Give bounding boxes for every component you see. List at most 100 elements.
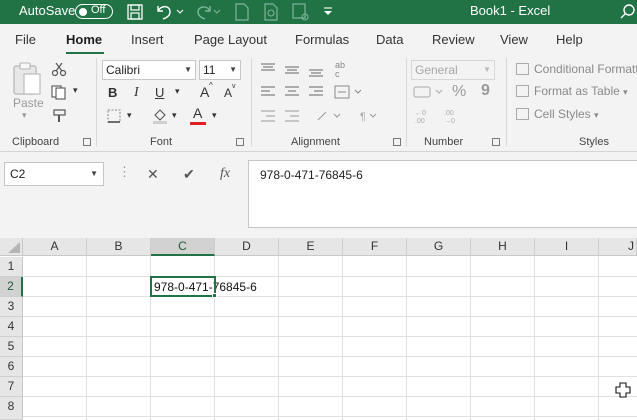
column-header-a[interactable]: A (23, 238, 87, 256)
font-color-button[interactable]: A (193, 105, 202, 121)
horizontal-alignment-icons[interactable] (258, 84, 340, 100)
font-size-select[interactable]: 11 ▼ (199, 60, 241, 80)
formula-input[interactable]: 978-0-471-76845-6 (248, 160, 637, 228)
redo-icon[interactable] (192, 0, 222, 24)
customize-toolbar-icon[interactable] (321, 0, 335, 24)
autosave-state: Off (91, 4, 106, 16)
search-icon[interactable] (620, 0, 637, 24)
tab-insert[interactable]: Insert (131, 32, 164, 47)
shrink-font-button[interactable]: A (224, 86, 232, 100)
tab-formulas[interactable]: Formulas (295, 32, 349, 47)
print-preview-icon[interactable] (262, 0, 280, 24)
copy-icon[interactable] (50, 84, 68, 100)
gridline (534, 256, 535, 420)
group-divider (406, 58, 407, 146)
tab-page-layout[interactable]: Page Layout (194, 32, 267, 47)
font-color-dropdown-icon[interactable]: ▾ (212, 110, 217, 121)
paste-label[interactable]: Paste (13, 96, 44, 110)
borders-dropdown-icon[interactable]: ▾ (127, 110, 132, 121)
decimal-icons[interactable]: ←0 .00 .00 →0 (412, 107, 468, 125)
format-painter-icon[interactable] (51, 108, 67, 124)
undo-icon[interactable] (152, 0, 186, 24)
row-header-4[interactable]: 4 (0, 317, 23, 337)
gridline (23, 276, 637, 277)
chevron-down-icon: ▼ (90, 169, 98, 178)
gridline (23, 416, 637, 417)
column-header-f[interactable]: F (343, 238, 407, 256)
copy-dropdown-icon[interactable]: ▾ (73, 85, 78, 96)
tab-file[interactable]: File (15, 32, 36, 47)
conditional-formatting-button[interactable]: Conditional Formatting (516, 62, 637, 76)
save-icon[interactable] (124, 0, 146, 24)
number-dialog-launcher[interactable] (492, 138, 500, 146)
autosave-toggle[interactable]: Off (75, 4, 113, 19)
tab-review[interactable]: Review (432, 32, 475, 47)
formula-bar: C2 ▼ ⋮ ✕ ✔ fx 978-0-471-76845-6 (0, 152, 637, 238)
gridline (23, 396, 637, 397)
new-document-icon[interactable] (233, 0, 251, 24)
percent-button[interactable]: % (452, 83, 466, 101)
merge-center-icon[interactable] (333, 84, 363, 100)
form-icon[interactable] (290, 0, 310, 24)
row-header-1[interactable]: 1 (0, 257, 23, 277)
tab-view[interactable]: View (500, 32, 528, 47)
tab-data[interactable]: Data (376, 32, 403, 47)
column-header-g[interactable]: G (407, 238, 471, 256)
select-all-button[interactable] (0, 238, 23, 256)
underline-button[interactable]: U (155, 85, 164, 100)
paste-dropdown-icon[interactable]: ▾ (22, 110, 27, 121)
row-header-2[interactable]: 2 (0, 277, 23, 297)
column-header-j[interactable]: J (599, 238, 637, 256)
font-dialog-launcher[interactable] (236, 138, 244, 146)
accounting-format-icon[interactable] (412, 84, 446, 100)
italic-button[interactable]: I (134, 85, 139, 101)
svg-text:→0: →0 (444, 118, 455, 125)
grow-font-button[interactable]: A (200, 84, 209, 100)
format-as-table-button[interactable]: Format as Table ▾ (516, 84, 628, 98)
gridline (86, 256, 87, 420)
row-header-3[interactable]: 3 (0, 297, 23, 317)
alignment-dialog-launcher[interactable] (393, 138, 401, 146)
row-header-8[interactable]: 8 (0, 397, 23, 420)
group-divider (96, 58, 97, 146)
cut-icon[interactable] (51, 61, 67, 77)
worksheet-grid[interactable]: A B C D E F G H I J 1 2 3 4 5 6 7 8 978-… (0, 238, 637, 420)
fill-color-dropdown-icon[interactable]: ▾ (172, 110, 177, 121)
indent-wrap-icons[interactable]: ¶ (258, 108, 378, 124)
row-header-5[interactable]: 5 (0, 337, 23, 357)
row-header-6[interactable]: 6 (0, 357, 23, 377)
row-header-7[interactable]: 7 (0, 377, 23, 397)
bold-button[interactable]: B (108, 85, 117, 100)
tab-help[interactable]: Help (556, 32, 583, 47)
tab-home[interactable]: Home (66, 32, 102, 47)
vertical-alignment-icons[interactable] (258, 62, 340, 78)
borders-icon[interactable] (106, 109, 122, 123)
underline-dropdown-icon[interactable]: ▾ (175, 86, 180, 97)
comma-button[interactable]: 9 (481, 82, 490, 100)
orientation-icon[interactable]: ab c (333, 58, 351, 78)
number-format-select[interactable]: General ▼ (411, 60, 495, 80)
cell-styles-button[interactable]: Cell Styles ▾ (516, 107, 599, 121)
column-header-c[interactable]: C (151, 238, 215, 256)
grow-arrow-icon: ^ (209, 81, 213, 90)
active-cell-border (150, 276, 216, 297)
cancel-button[interactable]: ✕ (147, 166, 159, 183)
insert-function-button[interactable]: fx (220, 166, 230, 182)
font-name-select[interactable]: Calibri ▼ (102, 60, 196, 80)
svg-text:.00: .00 (415, 118, 425, 125)
title-bar: AutoSave Off Book1 - Excel (0, 0, 637, 24)
name-box[interactable]: C2 ▼ (4, 162, 104, 186)
svg-text:←0: ←0 (415, 110, 426, 117)
paste-icon[interactable] (10, 60, 44, 96)
column-header-e[interactable]: E (279, 238, 343, 256)
fill-color-icon[interactable] (151, 107, 169, 124)
clipboard-dialog-launcher[interactable] (83, 138, 91, 146)
svg-text:¶: ¶ (360, 111, 366, 123)
column-header-h[interactable]: H (471, 238, 535, 256)
column-header-b[interactable]: B (87, 238, 151, 256)
font-size-value: 11 (203, 63, 216, 77)
column-header-d[interactable]: D (215, 238, 279, 256)
enter-button[interactable]: ✔ (183, 166, 195, 183)
fill-handle[interactable] (212, 293, 217, 298)
column-header-i[interactable]: I (535, 238, 599, 256)
